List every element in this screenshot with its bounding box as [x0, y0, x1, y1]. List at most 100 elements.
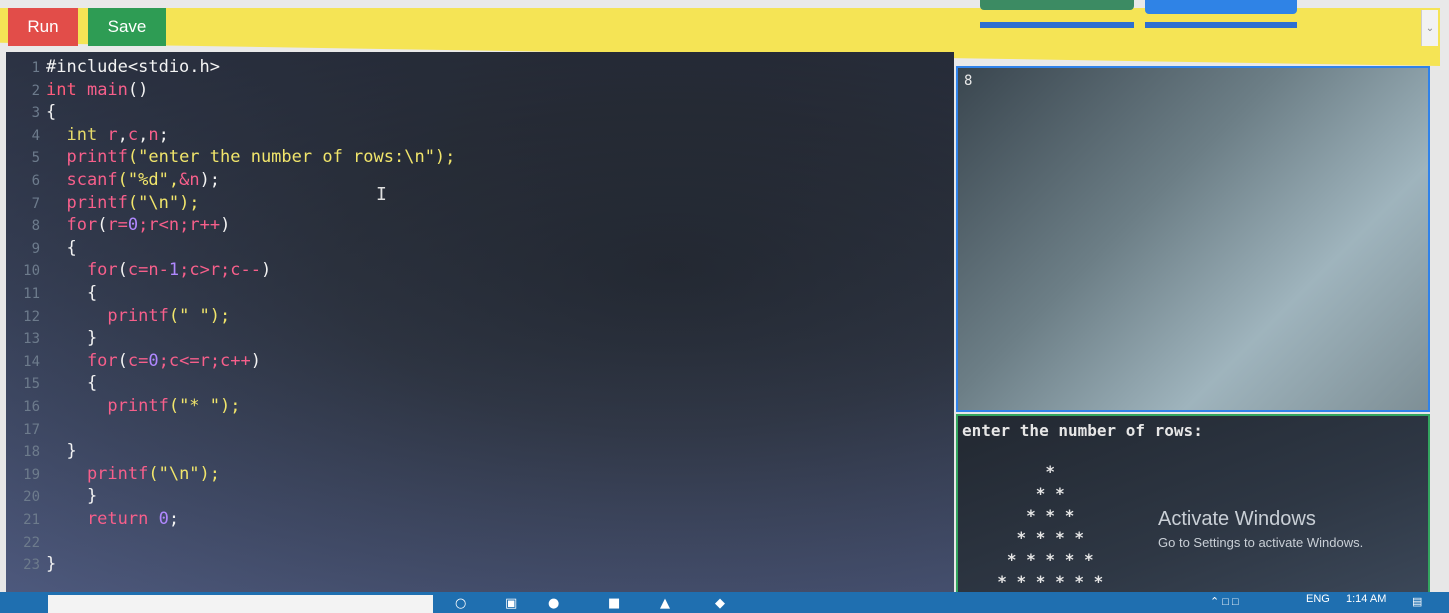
code-token: int — [46, 124, 108, 145]
language-indicator[interactable]: ENG — [1306, 593, 1330, 605]
line-number: 20 — [23, 489, 40, 506]
code-token: return — [46, 509, 159, 529]
code-token: ) — [261, 260, 272, 281]
code-token: printf — [46, 463, 149, 484]
code-token: } — [46, 441, 77, 462]
line-number: 2 — [31, 82, 40, 99]
line-number: 17 — [23, 421, 40, 438]
code-line: 5 printf("enter the number of rows:\n"); — [6, 146, 954, 169]
code-token: for — [46, 260, 118, 281]
line-number: 3 — [31, 105, 40, 122]
code-token: c=n- — [127, 260, 169, 281]
code-line: 23} — [6, 553, 954, 576]
code-line: 10 for(c=n-1;c>r;c--) — [6, 259, 954, 282]
code-line: 12 printf(" "); — [6, 305, 954, 328]
top-green-button[interactable] — [980, 0, 1134, 10]
code-token: #include<stdio.h> — [46, 57, 220, 77]
code-token: 0 — [127, 215, 139, 236]
code-line: 13 } — [6, 327, 954, 350]
line-number: 11 — [23, 286, 40, 302]
code-token: { — [46, 373, 98, 394]
code-line: 6 scanf("%d",&n); — [6, 169, 954, 192]
code-token: n — [148, 124, 159, 145]
code-line: 11 { — [6, 282, 954, 305]
code-token: ); — [199, 170, 221, 190]
line-number: 10 — [23, 263, 40, 280]
save-button[interactable]: Save — [88, 8, 166, 46]
tab-underline — [980, 22, 1134, 28]
mail-icon[interactable]: ◆ — [715, 596, 725, 611]
line-number: 15 — [23, 376, 40, 393]
scroll-down-icon[interactable]: ⌄ — [1421, 10, 1438, 46]
code-line: 16 printf("* "); — [6, 395, 954, 418]
code-token: ; — [168, 509, 180, 529]
code-line: 14 for(c=0;c<=r;c++) — [6, 350, 954, 373]
output-line: * * * * * * — [978, 572, 1104, 591]
code-line: 7 printf("\n"); — [6, 192, 954, 215]
code-line: 17 — [6, 418, 954, 441]
code-token: } — [46, 554, 57, 575]
task-view-icon[interactable]: ▣ — [505, 596, 517, 611]
code-token: r= — [107, 215, 128, 236]
run-button[interactable]: Run — [8, 8, 78, 46]
code-token: { — [46, 237, 77, 258]
code-token: ( — [117, 350, 128, 371]
code-token: ("enter the number of rows:\n"); — [127, 147, 456, 168]
output-line: * * * — [978, 506, 1075, 525]
code-line: 3{ — [6, 101, 954, 124]
code-line: 1 #include<stdio.h> — [6, 56, 954, 79]
output-prompt: enter the number of rows: — [962, 421, 1203, 440]
code-editor[interactable]: 1 #include<stdio.h> 2 int main() 3{4 int r,c… — [6, 52, 954, 592]
line-number: 6 — [31, 173, 40, 189]
line-number: 5 — [31, 150, 40, 167]
code-token: for — [46, 350, 118, 371]
code-token: ) — [250, 350, 262, 371]
line-number: 19 — [23, 466, 40, 483]
code-line: 19 printf("\n"); — [6, 463, 954, 486]
code-token: ;r<n;r++ — [138, 215, 221, 236]
code-line: 22 — [6, 531, 954, 554]
code-token: 0 — [148, 350, 159, 371]
store-icon[interactable]: ▲ — [660, 596, 670, 611]
code-token: ;c<=r;c++ — [158, 350, 251, 371]
code-token: 0 — [158, 509, 169, 529]
line-number: 18 — [23, 444, 40, 461]
cortana-icon[interactable]: ○ — [455, 596, 466, 611]
code-line: 2 int main() — [6, 79, 954, 102]
tray-icons[interactable]: ⌃ □ □ — [1210, 595, 1239, 608]
line-number: 13 — [23, 331, 40, 348]
code-token: r — [107, 124, 118, 145]
line-number: 4 — [31, 127, 40, 144]
code-token: (" "); — [168, 305, 231, 326]
folder-icon[interactable]: ■ — [608, 596, 620, 611]
code-line: 15 { — [6, 372, 954, 395]
activate-windows-watermark: Activate Windows Go to Settings to activ… — [1158, 508, 1363, 550]
clock[interactable]: 1:14 AM — [1346, 593, 1386, 605]
line-number: 14 — [23, 353, 40, 370]
code-token: ("\n"); — [148, 463, 221, 484]
code-token: printf — [46, 192, 128, 213]
line-number: 1 — [31, 60, 40, 76]
line-number: 16 — [23, 399, 40, 415]
output-line: * — [978, 462, 1056, 481]
line-number: 12 — [23, 308, 40, 325]
top-blue-button[interactable] — [1145, 0, 1297, 14]
code-token: { — [46, 102, 57, 123]
code-token: printf — [46, 147, 128, 168]
code-token: () — [127, 79, 149, 100]
code-token: ("* "); — [168, 396, 241, 416]
code-token: } — [46, 486, 98, 507]
code-token: , — [138, 124, 149, 145]
code-token: ( — [97, 215, 108, 236]
tab-underline — [1145, 22, 1297, 28]
stdin-pane[interactable]: 8 — [956, 66, 1430, 412]
code-line: 4 int r,c,n; — [6, 124, 954, 147]
code-line: 8 for(r=0;r<n;r++) — [6, 214, 954, 237]
code-token: for — [46, 215, 98, 236]
taskbar-search-input[interactable] — [48, 595, 433, 613]
code-line: 20 } — [6, 485, 954, 508]
notification-icon[interactable]: ▤ — [1412, 595, 1422, 608]
browser-icon[interactable]: ● — [548, 596, 559, 611]
code-token: printf — [46, 305, 169, 326]
output-line: * * * * * — [978, 550, 1094, 569]
